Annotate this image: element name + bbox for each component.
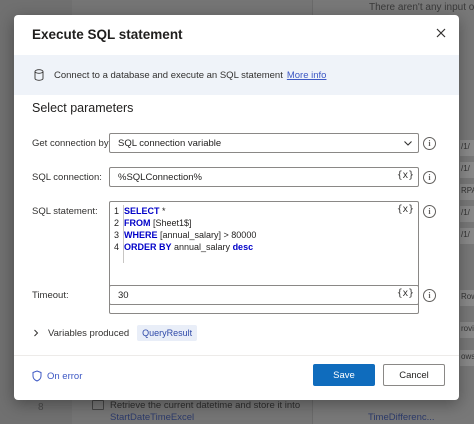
background-step-text: Retrieve the current datetime and store … — [110, 400, 301, 411]
sql-text: annual_salary — [171, 242, 233, 252]
info-icon[interactable]: i — [423, 205, 436, 218]
background-chip: /1/ — [460, 228, 474, 244]
footer-divider — [14, 355, 459, 356]
line-number: 1 — [113, 206, 119, 216]
code-line: 1 SELECT * — [110, 205, 418, 217]
sql-connection-input[interactable]: %SQLConnection% {x} — [109, 167, 419, 187]
on-error-button[interactable]: On error — [32, 370, 82, 382]
get-connection-by-value: SQL connection variable — [118, 137, 222, 149]
variable-chip-queryresult[interactable]: QueryResult — [137, 325, 198, 341]
background-chip: /1/ — [460, 206, 474, 222]
dialog-title: Execute SQL statement — [32, 27, 183, 42]
on-error-label: On error — [47, 370, 83, 382]
variables-produced-toggle[interactable]: Variables produced QueryResult — [32, 325, 198, 341]
close-icon — [436, 28, 446, 38]
info-icon[interactable]: i — [423, 171, 436, 184]
calendar-icon — [92, 400, 104, 410]
sql-connection-label: SQL connection: — [32, 172, 102, 183]
code-line: 4 ORDER BY annual_salary desc — [110, 241, 418, 253]
timeout-input[interactable]: 30 {x} — [109, 285, 419, 305]
sql-keyword: desc — [232, 242, 254, 252]
timeout-label: Timeout: — [32, 290, 69, 301]
editor-gutter — [123, 205, 124, 263]
sql-text: * — [159, 206, 166, 216]
variables-produced-label: Variables produced — [48, 327, 130, 339]
code-line: 2 FROM [Sheet1$] — [110, 217, 418, 229]
info-icon[interactable]: i — [423, 137, 436, 150]
background-chip: /1/ — [460, 162, 474, 178]
sql-keyword: ORDER BY — [124, 242, 172, 252]
get-connection-by-dropdown[interactable]: SQL connection variable — [109, 133, 419, 153]
close-button[interactable] — [433, 25, 449, 41]
sql-text: [Sheet1$] — [150, 218, 192, 228]
section-title: Select parameters — [32, 101, 134, 115]
variable-picker-button[interactable]: {x} — [397, 204, 414, 215]
variable-picker-button[interactable]: {x} — [397, 288, 414, 299]
background-chip: /1/ — [460, 140, 474, 156]
background-chip: RPA — [460, 184, 474, 200]
variable-picker-button[interactable]: {x} — [397, 170, 414, 181]
code-line: 3 WHERE [annual_salary] > 80000 — [110, 229, 418, 241]
chevron-down-icon — [403, 138, 413, 151]
banner-text: Connect to a database and execute an SQL… — [54, 69, 283, 81]
sql-text: [annual_salary] > 80000 — [157, 230, 257, 240]
shield-icon — [32, 370, 42, 382]
sql-keyword: WHERE — [124, 230, 158, 240]
background-no-inputs-text: There aren't any input or — [369, 2, 474, 13]
get-connection-by-label: Get connection by: — [32, 138, 112, 149]
sql-keyword: FROM — [124, 218, 151, 228]
line-number: 4 — [113, 242, 119, 252]
more-info-link[interactable]: More info — [287, 70, 327, 81]
background-chip: Row — [460, 290, 474, 306]
background-step-var: StartDateTimeExcel — [110, 412, 195, 423]
save-button[interactable]: Save — [313, 364, 375, 386]
background-chip: ows — [460, 350, 474, 366]
line-number: 3 — [113, 230, 119, 240]
background-variable-text: TimeDifferenc... — [368, 412, 435, 423]
database-icon — [34, 69, 44, 81]
execute-sql-dialog: Execute SQL statement Connect to a datab… — [14, 15, 459, 400]
chevron-right-icon — [32, 329, 40, 337]
background-step-description: Retrieve the current datetime and store … — [110, 400, 310, 424]
sql-connection-value: %SQLConnection% — [118, 171, 202, 183]
cancel-button[interactable]: Cancel — [383, 364, 445, 386]
timeout-value: 30 — [118, 289, 129, 301]
line-number: 2 — [113, 218, 119, 228]
info-banner: Connect to a database and execute an SQL… — [14, 55, 459, 95]
sql-statement-label: SQL statement: — [32, 206, 98, 217]
info-icon[interactable]: i — [423, 289, 436, 302]
background-step-number: 8 — [38, 402, 44, 413]
background-chip: rovi — [460, 322, 474, 338]
sql-keyword: SELECT — [124, 206, 160, 216]
